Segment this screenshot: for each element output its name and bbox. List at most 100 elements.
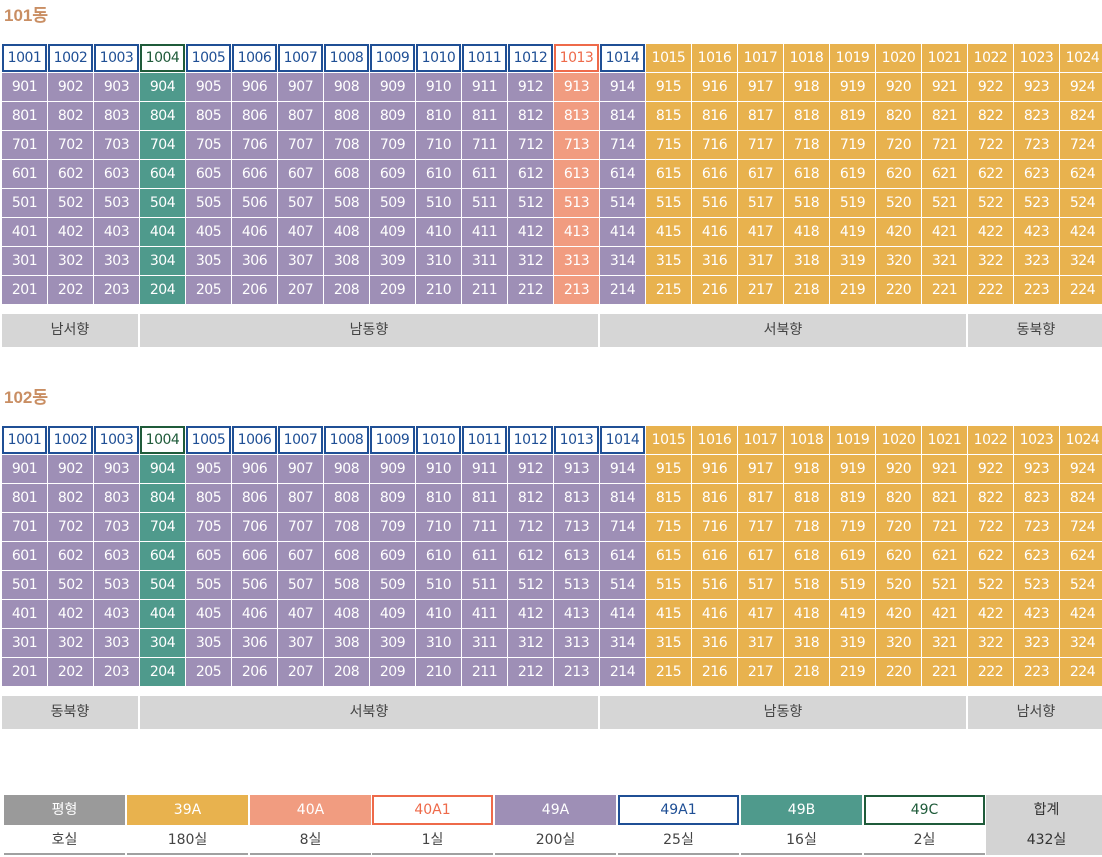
- unit-cell-222: 222: [968, 276, 1013, 304]
- unit-cell-918: 918: [784, 73, 829, 101]
- legend-type-49a1: 49A1: [618, 795, 739, 825]
- unit-cell-303: 303: [94, 629, 139, 657]
- unit-cell-921: 921: [922, 73, 967, 101]
- unit-cell-819: 819: [830, 102, 875, 130]
- unit-cell-804: 804: [140, 102, 185, 130]
- legend-type-40a1: 40A1: [372, 795, 493, 825]
- unit-cell-315: 315: [646, 247, 691, 275]
- unit-cell-618: 618: [784, 542, 829, 570]
- unit-cell-223: 223: [1014, 658, 1059, 686]
- unit-cell-709: 709: [370, 513, 415, 541]
- unit-cell-710: 710: [416, 513, 461, 541]
- unit-cell-412: 412: [508, 218, 553, 246]
- unit-cell-306: 306: [232, 629, 277, 657]
- unit-cell-302: 302: [48, 629, 93, 657]
- unit-cell-1020: 1020: [876, 44, 921, 72]
- unit-cell-809: 809: [370, 484, 415, 512]
- unit-cell-206: 206: [232, 658, 277, 686]
- unit-cell-1009: 1009: [370, 44, 415, 72]
- unit-cell-808: 808: [324, 102, 369, 130]
- unit-cell-201: 201: [2, 658, 47, 686]
- unit-cell-315: 315: [646, 629, 691, 657]
- unit-cell-604: 604: [140, 160, 185, 188]
- unit-cell-613: 613: [554, 160, 599, 188]
- unit-cell-417: 417: [738, 218, 783, 246]
- unit-cell-215: 215: [646, 276, 691, 304]
- unit-cell-603: 603: [94, 542, 139, 570]
- unit-cell-319: 319: [830, 247, 875, 275]
- unit-cell-513: 513: [554, 189, 599, 217]
- unit-cell-601: 601: [2, 160, 47, 188]
- unit-cell-607: 607: [278, 160, 323, 188]
- unit-cell-423: 423: [1014, 218, 1059, 246]
- unit-cell-714: 714: [600, 513, 645, 541]
- unit-cell-519: 519: [830, 571, 875, 599]
- unit-cell-305: 305: [186, 247, 231, 275]
- unit-cell-622: 622: [968, 542, 1013, 570]
- unit-cell-514: 514: [600, 189, 645, 217]
- unit-cell-212: 212: [508, 276, 553, 304]
- unit-cell-621: 621: [922, 160, 967, 188]
- unit-cell-203: 203: [94, 276, 139, 304]
- unit-cell-702: 702: [48, 513, 93, 541]
- unit-cell-802: 802: [48, 102, 93, 130]
- unit-cell-704: 704: [140, 131, 185, 159]
- unit-cell-813: 813: [554, 102, 599, 130]
- unit-cell-1013: 1013: [554, 44, 599, 72]
- unit-cell-1019: 1019: [830, 426, 875, 454]
- unit-cell-516: 516: [692, 571, 737, 599]
- unit-cell-207: 207: [278, 276, 323, 304]
- unit-cell-712: 712: [508, 131, 553, 159]
- unit-cell-1008: 1008: [324, 44, 369, 72]
- unit-cell-215: 215: [646, 658, 691, 686]
- unit-cell-320: 320: [876, 247, 921, 275]
- unit-cell-512: 512: [508, 189, 553, 217]
- unit-cell-1015: 1015: [646, 426, 691, 454]
- unit-cell-517: 517: [738, 571, 783, 599]
- unit-cell-1010: 1010: [416, 44, 461, 72]
- unit-cell-819: 819: [830, 484, 875, 512]
- unit-cell-524: 524: [1060, 571, 1102, 599]
- unit-cell-707: 707: [278, 131, 323, 159]
- unit-cell-504: 504: [140, 571, 185, 599]
- unit-cell-204: 204: [140, 276, 185, 304]
- unit-cell-821: 821: [922, 102, 967, 130]
- unit-cell-212: 212: [508, 658, 553, 686]
- unit-cell-915: 915: [646, 455, 691, 483]
- unit-cell-213: 213: [554, 658, 599, 686]
- unit-cell-718: 718: [784, 513, 829, 541]
- unit-cell-712: 712: [508, 513, 553, 541]
- unit-cell-307: 307: [278, 629, 323, 657]
- unit-cell-805: 805: [186, 484, 231, 512]
- unit-cell-306: 306: [232, 247, 277, 275]
- unit-cell-414: 414: [600, 600, 645, 628]
- unit-cell-509: 509: [370, 571, 415, 599]
- unit-cell-322: 322: [968, 629, 1013, 657]
- unit-cell-302: 302: [48, 247, 93, 275]
- unit-cell-411: 411: [462, 600, 507, 628]
- unit-cell-911: 911: [462, 73, 507, 101]
- unit-cell-321: 321: [922, 629, 967, 657]
- unit-cell-419: 419: [830, 600, 875, 628]
- unit-cell-511: 511: [462, 189, 507, 217]
- unit-cell-210: 210: [416, 658, 461, 686]
- unit-cell-508: 508: [324, 571, 369, 599]
- unit-cell-705: 705: [186, 513, 231, 541]
- unit-cell-807: 807: [278, 484, 323, 512]
- unit-cell-817: 817: [738, 102, 783, 130]
- unit-cell-804: 804: [140, 484, 185, 512]
- unit-cell-924: 924: [1060, 73, 1102, 101]
- unit-cell-811: 811: [462, 102, 507, 130]
- unit-cell-420: 420: [876, 218, 921, 246]
- unit-cell-724: 724: [1060, 513, 1102, 541]
- unit-cell-803: 803: [94, 484, 139, 512]
- unit-cell-311: 311: [462, 629, 507, 657]
- legend-count-header: 호실: [4, 825, 125, 855]
- unit-cell-610: 610: [416, 160, 461, 188]
- unit-cell-614: 614: [600, 542, 645, 570]
- unit-cell-1005: 1005: [186, 426, 231, 454]
- unit-cell-305: 305: [186, 629, 231, 657]
- unit-cell-907: 907: [278, 73, 323, 101]
- unit-cell-609: 609: [370, 160, 415, 188]
- unit-cell-512: 512: [508, 571, 553, 599]
